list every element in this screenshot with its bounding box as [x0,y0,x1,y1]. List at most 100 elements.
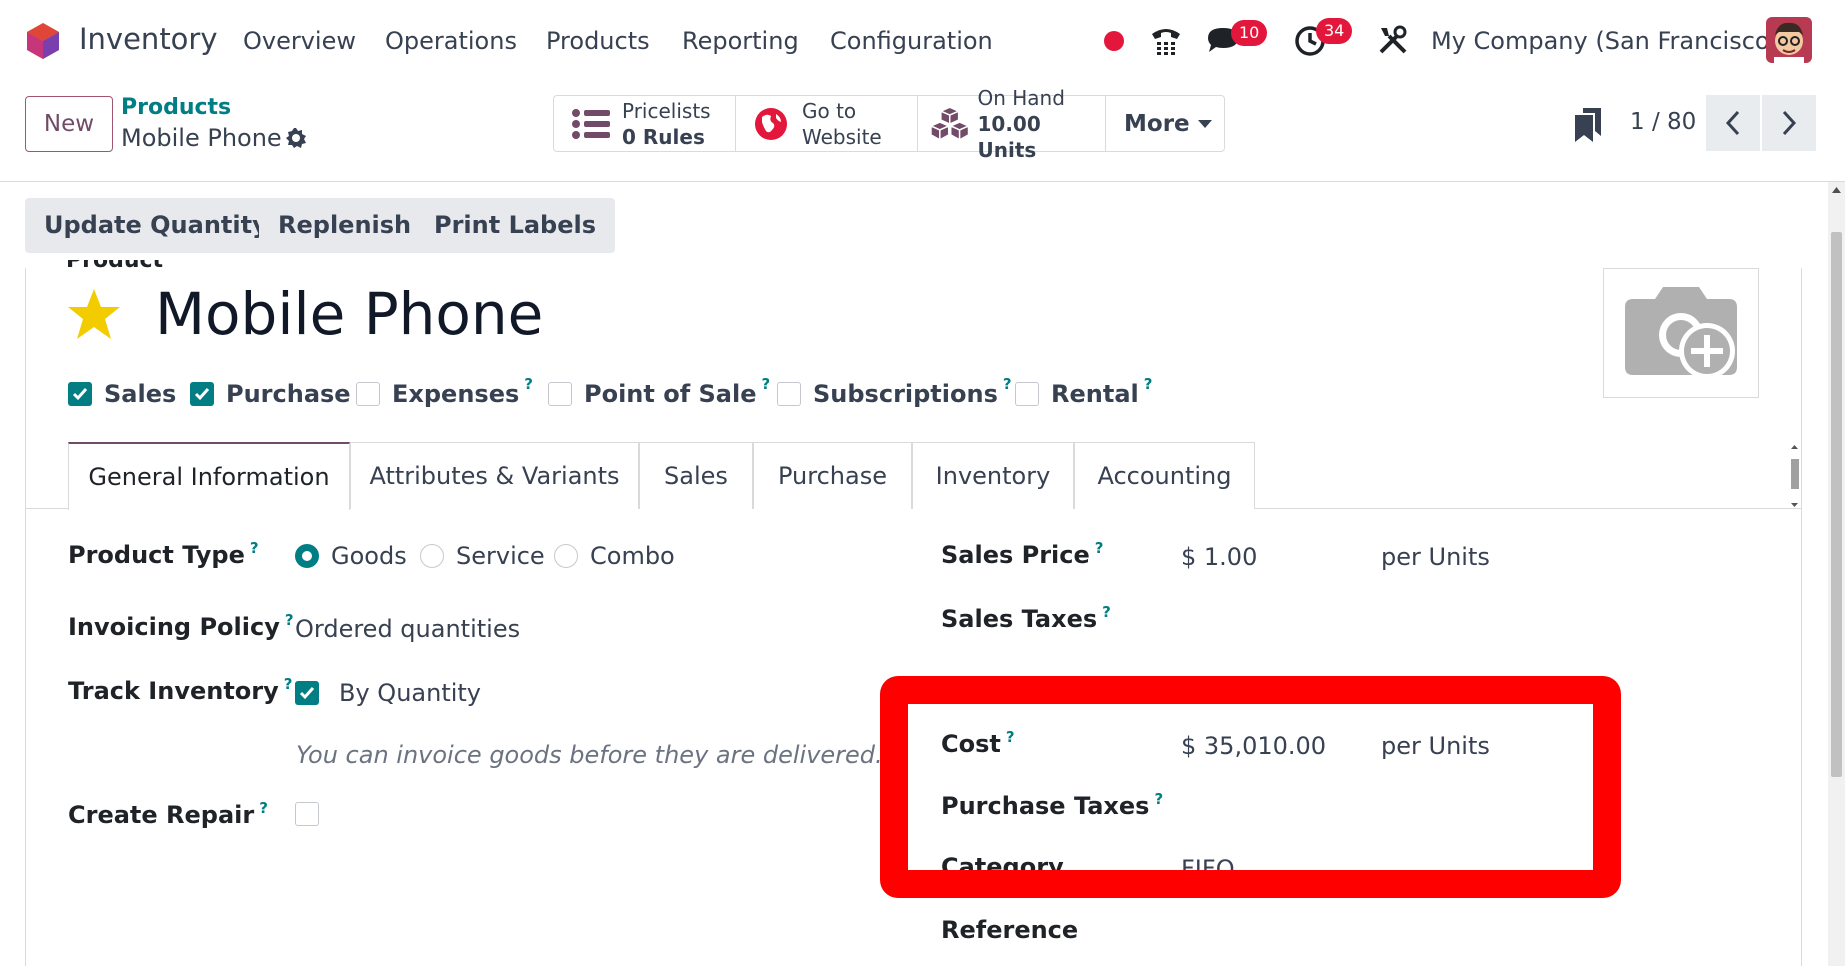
option-point-of-sale[interactable]: Point of Sale ? [548,375,770,408]
more-dropdown-button[interactable]: More [1106,96,1224,151]
tab-general-information[interactable]: General Information [68,442,350,510]
sales-price-help-icon[interactable]: ? [1095,539,1104,557]
category-value[interactable]: FIFO [1181,855,1235,883]
tab-inventory[interactable]: Inventory [912,442,1074,509]
invoicing-policy-help-icon[interactable]: ? [285,611,294,629]
website-line1: Go to [802,98,857,123]
tab-sales[interactable]: Sales [639,442,753,509]
track-inventory-label: Track Inventory? [68,675,293,705]
option-subscriptions-label: Subscriptions [813,380,998,408]
option-rental-label: Rental [1051,380,1139,408]
go-to-website-button[interactable]: Go to Website [736,96,918,151]
sales-price-unit: per Units [1381,543,1490,571]
option-rental[interactable]: Rental ? [1015,375,1152,408]
rental-help-icon[interactable]: ? [1144,375,1153,393]
phone-icon[interactable] [1148,22,1184,58]
expenses-help-icon[interactable]: ? [524,375,533,393]
website-line2: Website [802,124,882,149]
point-of-sale-checkbox[interactable] [548,382,572,406]
radio-combo-label: Combo [590,542,675,570]
gear-icon[interactable] [284,126,308,150]
menu-products[interactable]: Products [546,27,650,55]
tools-icon[interactable] [1375,22,1411,58]
product-name[interactable]: Mobile Phone [155,280,543,348]
invoicing-policy-value[interactable]: Ordered quantities [295,615,520,643]
create-repair-help-icon[interactable]: ? [259,799,268,817]
service-radio[interactable] [420,544,444,568]
product-type-help-icon[interactable]: ? [250,539,259,557]
pricelists-unit: Rules [642,124,705,149]
caret-down-icon [1197,119,1212,128]
purchase-checkbox[interactable] [190,382,214,406]
pager-next-button[interactable] [1762,95,1816,151]
tabs-scrollbar[interactable] [1789,445,1800,507]
pager-value[interactable]: 1 / 80 [1630,109,1696,135]
company-switcher[interactable]: My Company (San Francisco) [1431,27,1779,55]
track-inventory-checkbox[interactable] [295,681,319,705]
sales-taxes-help-icon[interactable]: ? [1102,603,1111,621]
track-inventory-help-icon[interactable]: ? [284,675,293,693]
menu-configuration[interactable]: Configuration [830,27,993,55]
subscriptions-checkbox[interactable] [777,382,801,406]
app-logo-icon[interactable] [25,22,61,60]
tab-accounting[interactable]: Accounting [1074,442,1255,509]
invoicing-policy-label: Invoicing Policy? [68,611,294,641]
option-expenses[interactable]: Expenses ? [356,375,533,408]
radio-goods-label: Goods [331,542,407,570]
cost-value[interactable]: $ 35,010.00 [1181,732,1326,760]
activities-badge: 34 [1316,18,1353,44]
option-pos-label: Point of Sale [584,380,757,408]
favorite-star-icon[interactable] [66,287,122,341]
user-avatar[interactable] [1766,17,1812,63]
print-labels-button[interactable]: Print Labels [415,198,616,253]
track-inventory-toggle[interactable]: By Quantity [295,679,481,707]
product-image-upload[interactable] [1603,268,1759,398]
app-name[interactable]: Inventory [79,22,218,56]
rental-checkbox[interactable] [1015,382,1039,406]
track-inventory-value[interactable]: By Quantity [339,679,481,707]
purchase-taxes-help-icon[interactable]: ? [1154,790,1163,808]
goods-radio[interactable] [295,544,319,568]
option-subscriptions[interactable]: Subscriptions ? [777,375,1012,408]
breadcrumb-products[interactable]: Products [121,95,231,120]
radio-service[interactable]: Service [420,542,545,570]
bookmark-icon[interactable] [1575,108,1601,142]
tab-purchase[interactable]: Purchase [753,442,912,509]
cost-label: Cost? [941,728,1015,758]
menu-reporting[interactable]: Reporting [682,27,799,55]
chevron-right-icon [1782,110,1797,136]
option-purchase-label: Purchase [226,380,351,408]
combo-radio[interactable] [554,544,578,568]
radio-service-label: Service [456,542,545,570]
pager-previous-button[interactable] [1706,95,1760,151]
pricelists-smart-button[interactable]: Pricelists 0 Rules [554,96,736,151]
menu-operations[interactable]: Operations [385,27,517,55]
radio-goods[interactable]: Goods [295,542,407,570]
subscriptions-help-icon[interactable]: ? [1003,375,1012,393]
new-button[interactable]: New [25,96,113,152]
globe-icon [755,107,787,140]
menu-overview[interactable]: Overview [243,27,356,55]
create-repair-checkbox[interactable] [295,802,319,826]
messages-badge: 10 [1231,20,1268,46]
recording-indicator-icon[interactable] [1104,31,1124,51]
cost-unit: per Units [1381,732,1490,760]
pos-help-icon[interactable]: ? [762,375,771,393]
option-sales[interactable]: Sales [68,380,176,408]
replenish-button[interactable]: Replenish [259,198,431,253]
tab-attributes-variants[interactable]: Attributes & Variants [350,442,639,509]
page-scrollbar[interactable] [1828,182,1845,966]
pricelists-label: Pricelists [622,98,711,123]
option-purchase[interactable]: Purchase [190,380,351,408]
smart-buttons: Pricelists 0 Rules Go to Website On Hand… [553,86,1225,162]
radio-combo[interactable]: Combo [554,542,675,570]
sales-checkbox[interactable] [68,382,92,406]
expenses-checkbox[interactable] [356,382,380,406]
sales-price-value[interactable]: $ 1.00 [1181,543,1257,571]
update-quantity-button[interactable]: Update Quantity [25,198,287,253]
cost-help-icon[interactable]: ? [1006,728,1015,746]
scroll-up-icon[interactable] [1828,183,1845,197]
on-hand-smart-button[interactable]: On Hand 10.00 Units [918,86,1106,162]
control-panel-divider [0,181,1845,182]
scrollbar-thumb[interactable] [1831,232,1842,777]
